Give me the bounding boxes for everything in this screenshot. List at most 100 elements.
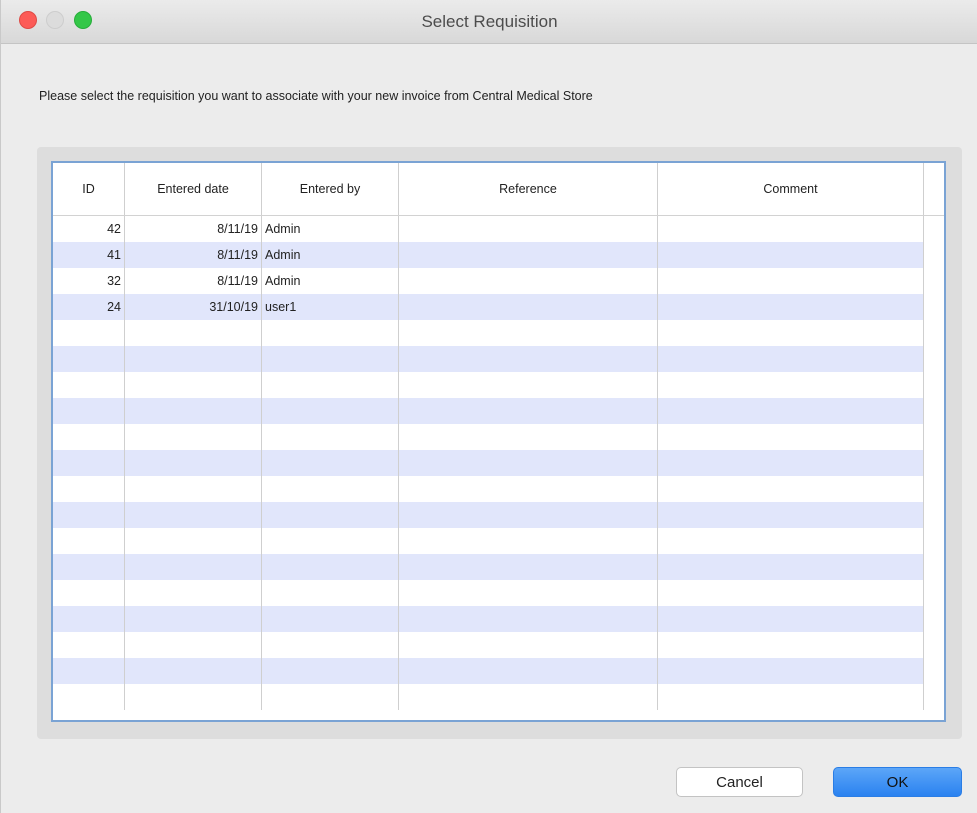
cell-comment (658, 528, 924, 554)
column-header-reference[interactable]: Reference (399, 163, 658, 215)
cell-comment (658, 476, 924, 502)
requisition-table[interactable]: ID Entered date Entered by Reference Com… (51, 161, 946, 722)
ok-button[interactable]: OK (833, 767, 962, 797)
cell-entered-date: 31/10/19 (125, 294, 262, 320)
cell-reference (399, 502, 658, 528)
table-row[interactable]: 41 8/11/19 Admin (53, 242, 944, 268)
cell-id: 41 (53, 242, 125, 268)
cell-comment (658, 268, 924, 294)
cell-reference (399, 450, 658, 476)
cell-comment (658, 294, 924, 320)
cell-id (53, 424, 125, 450)
empty-table-row (53, 372, 944, 398)
cell-id (53, 320, 125, 346)
empty-table-row (53, 658, 944, 684)
cell-comment (658, 424, 924, 450)
cell-entered-by (262, 346, 399, 372)
cell-reference (399, 684, 658, 710)
cell-spacer (924, 554, 944, 580)
empty-table-row (53, 320, 944, 346)
empty-table-row (53, 398, 944, 424)
cell-spacer (924, 606, 944, 632)
cell-id: 32 (53, 268, 125, 294)
cell-comment (658, 658, 924, 684)
cell-entered-by (262, 476, 399, 502)
cell-entered-by (262, 554, 399, 580)
column-header-entered-date[interactable]: Entered date (125, 163, 262, 215)
cell-comment (658, 632, 924, 658)
cell-entered-date (125, 580, 262, 606)
cell-entered-by (262, 528, 399, 554)
cell-reference (399, 606, 658, 632)
cell-spacer (924, 632, 944, 658)
cell-id (53, 606, 125, 632)
cell-entered-by (262, 424, 399, 450)
cell-reference (399, 294, 658, 320)
cell-reference (399, 528, 658, 554)
cell-reference (399, 320, 658, 346)
cell-id: 42 (53, 216, 125, 242)
column-header-id[interactable]: ID (53, 163, 125, 215)
cell-entered-by (262, 606, 399, 632)
empty-table-row (53, 502, 944, 528)
cell-entered-by (262, 398, 399, 424)
cell-spacer (924, 502, 944, 528)
window-title: Select Requisition (421, 12, 558, 31)
cell-reference (399, 346, 658, 372)
cell-comment (658, 684, 924, 710)
column-header-comment[interactable]: Comment (658, 163, 924, 215)
cell-comment (658, 580, 924, 606)
empty-table-row (53, 476, 944, 502)
cell-spacer (924, 684, 944, 710)
table-row[interactable]: 24 31/10/19 user1 (53, 294, 944, 320)
cell-reference (399, 554, 658, 580)
cell-comment (658, 502, 924, 528)
cell-id (53, 502, 125, 528)
table-body: 42 8/11/19 Admin 41 8/11/19 Admin 32 8/1… (53, 216, 944, 710)
cell-entered-by (262, 372, 399, 398)
cancel-button[interactable]: Cancel (676, 767, 803, 797)
table-row[interactable]: 32 8/11/19 Admin (53, 268, 944, 294)
column-header-entered-by[interactable]: Entered by (262, 163, 399, 215)
cell-id (53, 580, 125, 606)
cell-reference (399, 658, 658, 684)
cell-entered-by (262, 658, 399, 684)
cell-reference (399, 372, 658, 398)
cell-entered-by (262, 502, 399, 528)
cell-entered-date (125, 684, 262, 710)
cell-id (53, 554, 125, 580)
cell-spacer (924, 450, 944, 476)
cell-entered-date (125, 320, 262, 346)
cell-entered-date (125, 606, 262, 632)
cell-spacer (924, 398, 944, 424)
cell-id (53, 476, 125, 502)
cell-entered-by: Admin (262, 216, 399, 242)
empty-table-row (53, 632, 944, 658)
cell-spacer (924, 372, 944, 398)
column-header-spacer (924, 163, 944, 215)
cell-reference (399, 242, 658, 268)
cell-entered-date (125, 372, 262, 398)
cell-entered-date (125, 632, 262, 658)
empty-table-row (53, 606, 944, 632)
dialog-window: Select Requisition Please select the req… (0, 0, 977, 813)
cell-id (53, 528, 125, 554)
cell-reference (399, 476, 658, 502)
cell-id (53, 684, 125, 710)
table-header: ID Entered date Entered by Reference Com… (53, 163, 944, 216)
cell-comment (658, 398, 924, 424)
table-row[interactable]: 42 8/11/19 Admin (53, 216, 944, 242)
cell-comment (658, 372, 924, 398)
cell-spacer (924, 658, 944, 684)
cell-id (53, 346, 125, 372)
cell-id (53, 372, 125, 398)
empty-table-row (53, 554, 944, 580)
cell-spacer (924, 476, 944, 502)
cell-entered-by: user1 (262, 294, 399, 320)
cell-entered-by (262, 320, 399, 346)
cell-reference (399, 398, 658, 424)
cell-spacer (924, 320, 944, 346)
cell-entered-date (125, 502, 262, 528)
cell-spacer (924, 216, 944, 242)
cell-spacer (924, 242, 944, 268)
